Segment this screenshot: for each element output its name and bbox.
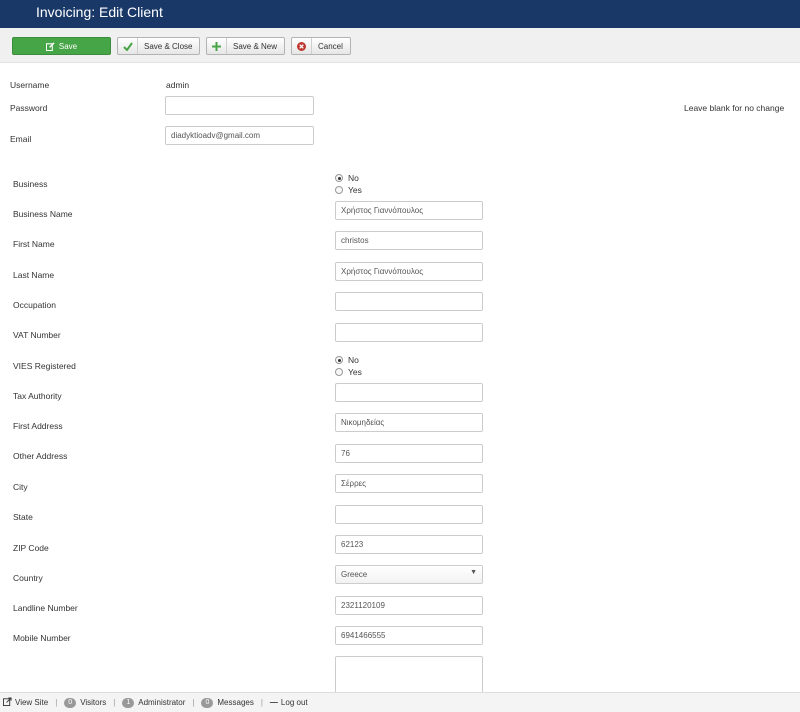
radio-checked-icon[interactable] [335, 174, 343, 182]
logout-link[interactable]: — Log out [270, 698, 308, 707]
city-label: City [13, 482, 28, 492]
business-option-yes[interactable]: Yes [335, 184, 362, 196]
country-select[interactable]: Greece ▼ [335, 565, 483, 584]
mobile-field[interactable]: 6941466555 [335, 626, 483, 645]
email-field[interactable]: diadyktioadv@gmail.com [165, 126, 314, 145]
other-address-field[interactable]: 76 [335, 444, 483, 463]
page-title: Invoicing: Edit Client [36, 4, 163, 20]
email-label: Email [10, 134, 32, 144]
occupation-field[interactable] [335, 292, 483, 311]
zip-field[interactable]: 62123 [335, 535, 483, 554]
vies-option-no[interactable]: No [335, 354, 362, 366]
landline-field[interactable]: 2321120109 [335, 596, 483, 615]
tax-authority-field[interactable] [335, 383, 483, 402]
check-icon [118, 38, 138, 54]
business-name-label: Business Name [13, 209, 73, 219]
plus-icon [207, 38, 227, 54]
cancel-button[interactable]: Cancel [291, 37, 351, 55]
business-name-field[interactable]: Χρήστος Γιαννόπουλος [335, 201, 483, 220]
save-close-button[interactable]: Save & Close [117, 37, 200, 55]
messages-badge: 0 [201, 697, 214, 708]
country-value: Greece [341, 570, 368, 579]
status-bar: View Site | 0 Visitors | 1 Administrator… [0, 692, 800, 712]
separator: | [113, 698, 116, 707]
business-option-no[interactable]: No [335, 172, 362, 184]
radio-checked-icon[interactable] [335, 356, 343, 364]
username-label: Username [10, 80, 50, 90]
username-value: admin [166, 80, 190, 90]
separator: | [55, 698, 58, 707]
vat-field[interactable] [335, 323, 483, 342]
last-name-field[interactable]: Χρήστος Γιαννόπουλος [335, 262, 483, 281]
notes-textarea[interactable] [335, 656, 483, 696]
dropdown-arrow-icon: ▼ [470, 569, 477, 576]
save-new-button[interactable]: Save & New [206, 37, 285, 55]
password-label: Password [10, 103, 48, 113]
landline-label: Landline Number [13, 603, 78, 613]
last-name-label: Last Name [13, 270, 55, 280]
app-header: Invoicing: Edit Client [0, 0, 800, 28]
first-name-label: First Name [13, 239, 55, 249]
messages-item[interactable]: 0 Messages [201, 697, 254, 708]
edit-icon [45, 38, 55, 54]
save-close-label: Save & Close [144, 41, 193, 51]
cancel-icon [292, 38, 312, 54]
tax-authority-label: Tax Authority [13, 391, 62, 401]
city-field[interactable]: Σέρρες [335, 474, 483, 493]
separator: | [260, 698, 263, 707]
mobile-label: Mobile Number [13, 633, 71, 643]
first-address-label: First Address [13, 421, 63, 431]
minus-icon: — [269, 698, 278, 707]
save-button[interactable]: Save [12, 37, 111, 55]
admin-badge: 1 [122, 697, 135, 708]
vat-label: VAT Number [13, 330, 61, 340]
first-address-field[interactable]: Νικομηδείας [335, 413, 483, 432]
toolbar: Save Save & Close Save & New Cancel [0, 28, 800, 63]
zip-label: ZIP Code [13, 543, 49, 553]
state-field[interactable] [335, 505, 483, 524]
save-label: Save [58, 41, 78, 51]
vies-radio-group: No Yes [335, 354, 362, 378]
business-label: Business [13, 179, 48, 189]
vies-label: VIES Registered [13, 361, 76, 371]
business-radio-group: No Yes [335, 172, 362, 196]
other-address-label: Other Address [13, 451, 68, 461]
visitors-item: 0 Visitors [64, 697, 106, 708]
country-label: Country [13, 573, 43, 583]
separator: | [192, 698, 195, 707]
external-link-icon [2, 697, 12, 708]
first-name-field[interactable]: christos [335, 231, 483, 250]
password-hint: Leave blank for no change [684, 103, 785, 113]
occupation-label: Occupation [13, 300, 56, 310]
view-site-link[interactable]: View Site [2, 697, 48, 708]
state-label: State [13, 512, 33, 522]
cancel-label: Cancel [318, 41, 343, 51]
radio-unchecked-icon[interactable] [335, 368, 343, 376]
visitors-badge: 0 [64, 697, 77, 708]
password-field[interactable] [165, 96, 314, 115]
save-new-label: Save & New [233, 41, 278, 51]
administrator-item[interactable]: 1 Administrator [122, 697, 185, 708]
radio-unchecked-icon[interactable] [335, 186, 343, 194]
vies-option-yes[interactable]: Yes [335, 366, 362, 378]
